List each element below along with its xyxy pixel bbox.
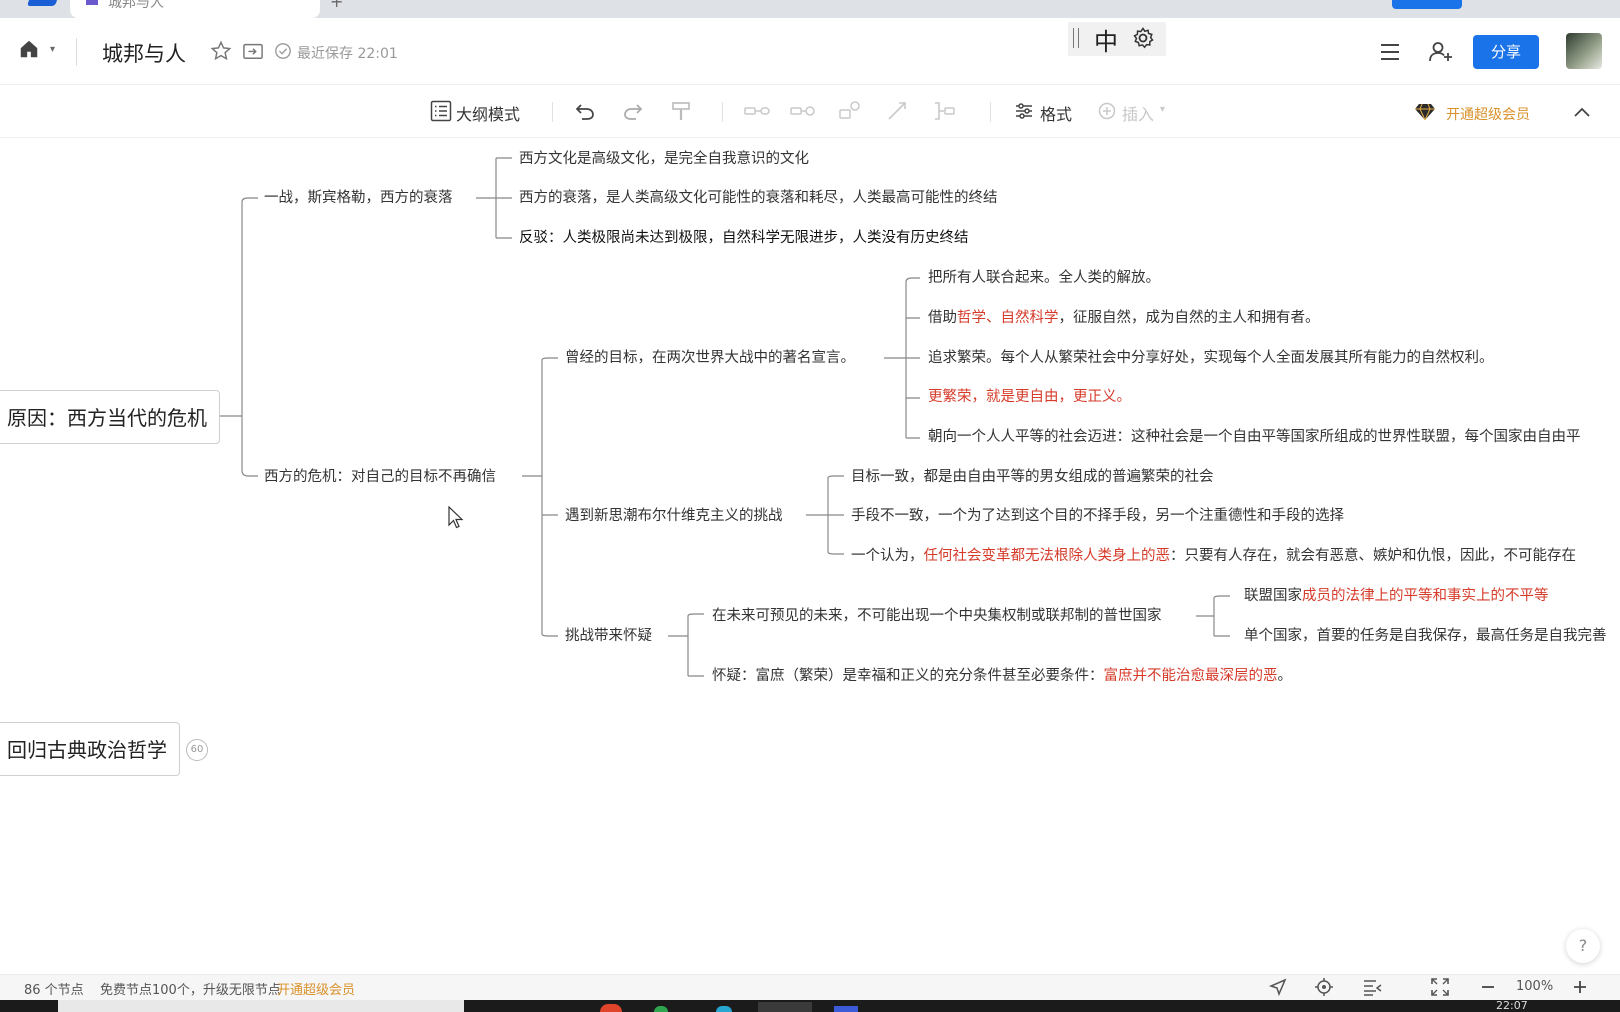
fullscreen-icon[interactable] — [1430, 977, 1450, 997]
new-tab-button[interactable]: + — [330, 0, 343, 11]
undo-icon[interactable] — [574, 100, 596, 122]
collapsed-children-badge[interactable]: 60 — [186, 739, 208, 761]
mindmap-node[interactable]: 一个认为，任何社会变革都无法根除人类身上的恶：只要有人存在，就会有恶意、嫉妒和仇… — [851, 547, 1576, 565]
node-highlight-text: 任何社会变革都无法根除人类身上的恶 — [923, 548, 1171, 564]
mindmap-node[interactable]: 在未来可预见的未来，不可能出现一个中央集权制或联邦制的普世国家 — [712, 607, 1162, 625]
toolbar-divider — [990, 102, 991, 122]
mindmap-node[interactable]: 曾经的目标，在两次世界大战中的著名宣言。 — [565, 349, 855, 367]
chevron-up-icon[interactable] — [1572, 103, 1592, 121]
taskbar-search-box[interactable] — [58, 1000, 464, 1012]
zoom-out-icon[interactable] — [1478, 977, 1498, 997]
mindmap-node[interactable]: 把所有人联合起来。全人类的解放。 — [928, 269, 1160, 287]
diamond-icon — [1415, 103, 1435, 121]
mindmap-node[interactable]: 挑战带来怀疑 — [565, 627, 652, 645]
move-to-folder-icon[interactable] — [242, 41, 264, 61]
add-collaborator-icon[interactable] — [1428, 40, 1454, 64]
locate-center-icon[interactable] — [1314, 977, 1334, 997]
node-text: 借助 — [928, 310, 957, 326]
mindmap-connectors — [220, 157, 1230, 677]
upgrade-vip-link[interactable]: 开通超级会员 — [277, 979, 355, 998]
node-text: ，征服自然，成为自然的主人和拥有者。 — [1058, 310, 1320, 326]
ime-language-toggle[interactable]: 中 — [1094, 22, 1118, 57]
mindmap-node[interactable]: 西方文化是高级文化，是完全自我意识的文化 — [519, 150, 809, 168]
format-settings-icon[interactable] — [1014, 101, 1034, 121]
mindmap-node[interactable]: 手段不一致，一个为了达到这个目的不择手段，另一个注重德性和手段的选择 — [851, 507, 1344, 525]
node-text: 。 — [1277, 668, 1293, 684]
browser-update-button[interactable] — [1392, 0, 1462, 9]
taskbar-app-icon[interactable] — [834, 1006, 858, 1012]
insert-parent-node-icon[interactable] — [744, 102, 770, 120]
mindmap-node[interactable]: 反驳：人类极限尚未达到极限，自然科学无限进步，人类没有历史终结 — [519, 229, 969, 247]
chevron-down-icon: ▾ — [1160, 104, 1166, 115]
node-highlight-text: 成员的法律上的平等和事实上的不平等 — [1302, 588, 1549, 604]
ime-drag-handle-icon[interactable] — [1073, 28, 1079, 48]
redo-icon[interactable] — [622, 100, 644, 122]
navigate-icon[interactable] — [1268, 977, 1288, 997]
toolbar-divider — [722, 102, 723, 122]
mindmap-node[interactable]: 怀疑：富庶（繁荣）是幸福和正义的充分条件甚至必要条件：富庶并不能治愈最深层的恶。 — [712, 667, 1292, 685]
node-highlight-text: 富庶并不能治愈最深层的恶 — [1103, 668, 1278, 684]
share-button[interactable]: 分享 — [1473, 35, 1539, 69]
outline-mode-button[interactable]: 大纲模式 — [456, 101, 520, 125]
connect-line-icon[interactable] — [886, 100, 908, 122]
node-text: 一个认为， — [851, 548, 924, 564]
mindmap-node[interactable]: 借助哲学、自然科学，征服自然，成为自然的主人和拥有者。 — [928, 309, 1320, 327]
mouse-cursor-icon — [448, 506, 464, 529]
free-nodes-notice: 免费节点100个，升级无限节点 — [100, 983, 281, 998]
summary-icon[interactable] — [932, 100, 956, 122]
taskbar-app-icon[interactable] — [716, 1006, 732, 1012]
node-text: 怀疑：富庶（繁荣）是幸福和正义的充分条件甚至必要条件： — [712, 668, 1104, 684]
insert-child-node-icon[interactable] — [790, 102, 816, 120]
format-painter-icon[interactable] — [670, 100, 692, 122]
taskbar-app-icon[interactable] — [600, 1004, 622, 1012]
taskbar-app-icon[interactable] — [758, 1002, 812, 1012]
mindmap-node[interactable]: 联盟国家成员的法律上的平等和事实上的不平等 — [1244, 587, 1549, 605]
help-button[interactable]: ? — [1566, 929, 1600, 963]
mindmap-node[interactable]: 目标一致，都是由自由平等的男女组成的普遍繁荣的社会 — [851, 468, 1214, 486]
mindmap-node[interactable]: 更繁荣，就是更自由，更正义。 — [928, 388, 1131, 406]
mindmap-node[interactable]: 遇到新思潮布尔什维克主义的挑战 — [565, 507, 783, 525]
mindmap-node[interactable]: 一战，斯宾格勒，西方的衰落 — [264, 189, 453, 207]
mindmap-node[interactable]: 追求繁荣。每个人从繁荣社会中分享好处，实现每个人全面发展其所有能力的自然权利。 — [928, 349, 1494, 367]
insert-sibling-node-icon[interactable] — [838, 100, 862, 122]
insert-button[interactable]: 插入 — [1122, 101, 1154, 125]
outline-mode-icon[interactable] — [430, 100, 452, 122]
node-highlight-text: 哲学、自然科学 — [957, 310, 1059, 326]
taskbar-clock: 22:07 — [1496, 999, 1528, 1012]
gear-icon[interactable] — [1131, 26, 1155, 50]
mindmap-node[interactable]: 西方的衰落，是人类高级文化可能性的衰落和耗尽，人类最高可能性的终结 — [519, 189, 998, 207]
user-avatar[interactable] — [1566, 33, 1602, 69]
upgrade-vip-link[interactable]: 开通超级会员 — [1446, 104, 1530, 124]
mindmap-node[interactable]: 朝向一个人人平等的社会迈进：这种社会是一个自由平等国家所组成的世界性联盟，每个国… — [928, 428, 1581, 446]
node-text: ：只要有人存在，就会有恶意、嫉妒和仇恨，因此，不可能存在 — [1170, 548, 1576, 564]
star-icon[interactable] — [210, 40, 232, 62]
zoom-in-icon[interactable] — [1570, 977, 1590, 997]
outline-panel-icon[interactable] — [1362, 977, 1382, 997]
home-dropdown-caret-icon[interactable]: ▾ — [50, 44, 55, 55]
browser-logo-icon — [26, 0, 58, 6]
toolbar-divider — [552, 102, 553, 122]
insert-plus-icon[interactable] — [1098, 102, 1116, 120]
mindmap-node[interactable]: 西方的危机：对自己的目标不再确信 — [264, 468, 496, 486]
mindmap-node[interactable]: 单个国家，首要的任务是自我保存，最高任务是自我完善 — [1244, 627, 1607, 645]
document-title[interactable]: 城邦与人 — [102, 38, 186, 68]
tab-favicon-icon — [86, 0, 98, 5]
node-count: 86 个节点 — [24, 983, 84, 998]
taskbar-app-icon[interactable] — [654, 1006, 668, 1012]
zoom-level[interactable]: 100% — [1516, 979, 1553, 994]
node-text: 联盟国家 — [1244, 588, 1302, 604]
save-status: 最近保存 22:01 — [297, 46, 398, 62]
format-button[interactable]: 格式 — [1040, 101, 1072, 125]
home-icon — [20, 40, 38, 58]
home-button[interactable] — [18, 38, 62, 66]
saved-check-icon — [275, 43, 291, 59]
menu-icon[interactable] — [1378, 40, 1402, 64]
mindmap-root-node[interactable]: 原因：西方当代的危机 — [0, 390, 220, 444]
header-divider — [76, 38, 77, 66]
tab-title: 城邦与人 — [108, 0, 164, 11]
mindmap-root-node[interactable]: 回归古典政治哲学 — [0, 722, 180, 776]
